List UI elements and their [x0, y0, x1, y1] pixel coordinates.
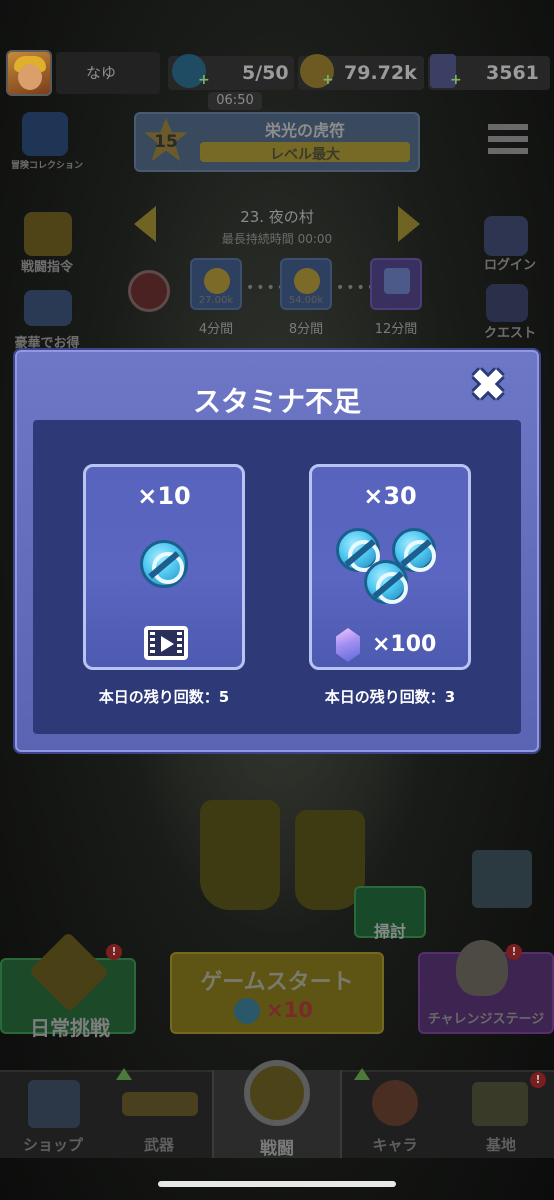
- avatar[interactable]: [6, 50, 52, 96]
- video-ad-icon: [144, 626, 188, 660]
- daily-challenge-label: 日常挑戦: [30, 1016, 110, 1040]
- reward-time-1: 4分間: [198, 322, 234, 337]
- battle-order-label: 戦闘指令: [20, 260, 73, 275]
- remaining-count: 本日の残り回数：3: [324, 688, 456, 706]
- reward-value: 54.00k: [288, 295, 324, 306]
- film-perforation-left: [150, 632, 155, 654]
- stamina-value: 5/50: [242, 62, 289, 84]
- avatar-face: [18, 64, 42, 90]
- coin-plus-icon[interactable]: +: [322, 72, 334, 88]
- character-icon: [372, 1080, 418, 1126]
- stamina-timer: 06:50: [208, 92, 262, 110]
- prev-stage-arrow-icon[interactable]: [134, 206, 156, 242]
- upgrade-arrow-icon: [116, 1068, 132, 1080]
- character-boot-left: [200, 800, 280, 910]
- shop-icon: [28, 1080, 80, 1128]
- challenge-stage-label: チャレンジステージ: [427, 1012, 545, 1027]
- gem-plus-icon[interactable]: +: [450, 72, 462, 88]
- tab-character-label: キャラ: [372, 1136, 418, 1154]
- stamina-bolt-icon: [364, 560, 408, 604]
- medal-icon[interactable]: [128, 270, 170, 312]
- coin-icon: [204, 268, 230, 294]
- tab-battle-label: 戦闘: [260, 1139, 294, 1159]
- weapon-icon: [122, 1092, 198, 1116]
- skull-icon: [456, 940, 508, 996]
- menu-list-icon[interactable]: [488, 124, 528, 156]
- deluxe-offer-icon[interactable]: [24, 290, 72, 326]
- treasure-chest-icon[interactable]: [472, 850, 532, 908]
- gem-value: 3561: [486, 62, 539, 84]
- close-icon: ✖: [469, 360, 507, 411]
- close-button[interactable]: ✖: [464, 362, 512, 410]
- home-indicator[interactable]: [158, 1181, 396, 1187]
- play-triangle: [161, 636, 174, 652]
- stage-name: 23. 夜の村: [240, 208, 314, 226]
- reward-box-2[interactable]: 54.00k: [280, 258, 332, 310]
- tab-base-label: 基地: [485, 1136, 516, 1154]
- quest-icon[interactable]: [486, 284, 528, 322]
- reward-box-1[interactable]: 27.00k: [190, 258, 242, 310]
- username: なゆ: [86, 64, 117, 82]
- battle-order-icon[interactable]: [24, 212, 72, 256]
- reward-time-3: 12分間: [374, 322, 418, 337]
- reward-time-2: 8分間: [288, 322, 324, 337]
- game-start-label: ゲームスタート: [200, 970, 354, 995]
- reward-value: 27.00k: [198, 295, 234, 306]
- tab-weapon-label: 武器: [143, 1136, 174, 1154]
- remaining-count: 本日の残り回数：5: [98, 688, 230, 706]
- notification-badge: !: [530, 1072, 546, 1088]
- tab-shop-label: ショップ: [22, 1136, 83, 1154]
- notification-badge: !: [506, 944, 522, 960]
- coin-value: 79.72k: [344, 62, 417, 84]
- gem-price: ×100: [372, 632, 437, 657]
- stage-duration: 最長持続時間 00:00: [221, 232, 333, 246]
- stamina-plus-icon[interactable]: +: [198, 72, 210, 88]
- reward-box-3[interactable]: [370, 258, 422, 310]
- film-perforation-right: [177, 632, 182, 654]
- battle-gear-icon: [244, 1060, 310, 1126]
- collection-label: 冒険コレクション: [10, 161, 83, 171]
- notification-badge: !: [106, 944, 122, 960]
- coin-icon: [294, 268, 320, 294]
- next-stage-arrow-icon[interactable]: [398, 206, 420, 242]
- base-icon: [472, 1082, 528, 1126]
- deluxe-offer-label: 豪華でお得: [14, 336, 80, 351]
- ticket-icon: [384, 268, 410, 294]
- login-icon[interactable]: [484, 216, 528, 256]
- glory-title: 栄光の虎符: [264, 121, 345, 140]
- quest-label: クエスト: [483, 326, 536, 341]
- game-start-cost: ×10: [266, 998, 313, 1022]
- option-amount: ×10: [137, 482, 191, 510]
- glory-level: 15: [154, 132, 178, 152]
- stamina-bolt-icon: [140, 540, 188, 588]
- glory-bar-label: レベル最大: [270, 147, 340, 163]
- option-amount: ×30: [363, 482, 417, 510]
- stamina-cost-icon: [234, 998, 260, 1024]
- login-label: ログイン: [483, 258, 536, 273]
- upgrade-arrow-icon: [354, 1068, 370, 1080]
- top-bar: なゆ + 5/50 + 79.72k + 3561: [0, 44, 554, 100]
- sweep-label: 掃討: [373, 922, 406, 941]
- collection-icon[interactable]: [22, 112, 68, 156]
